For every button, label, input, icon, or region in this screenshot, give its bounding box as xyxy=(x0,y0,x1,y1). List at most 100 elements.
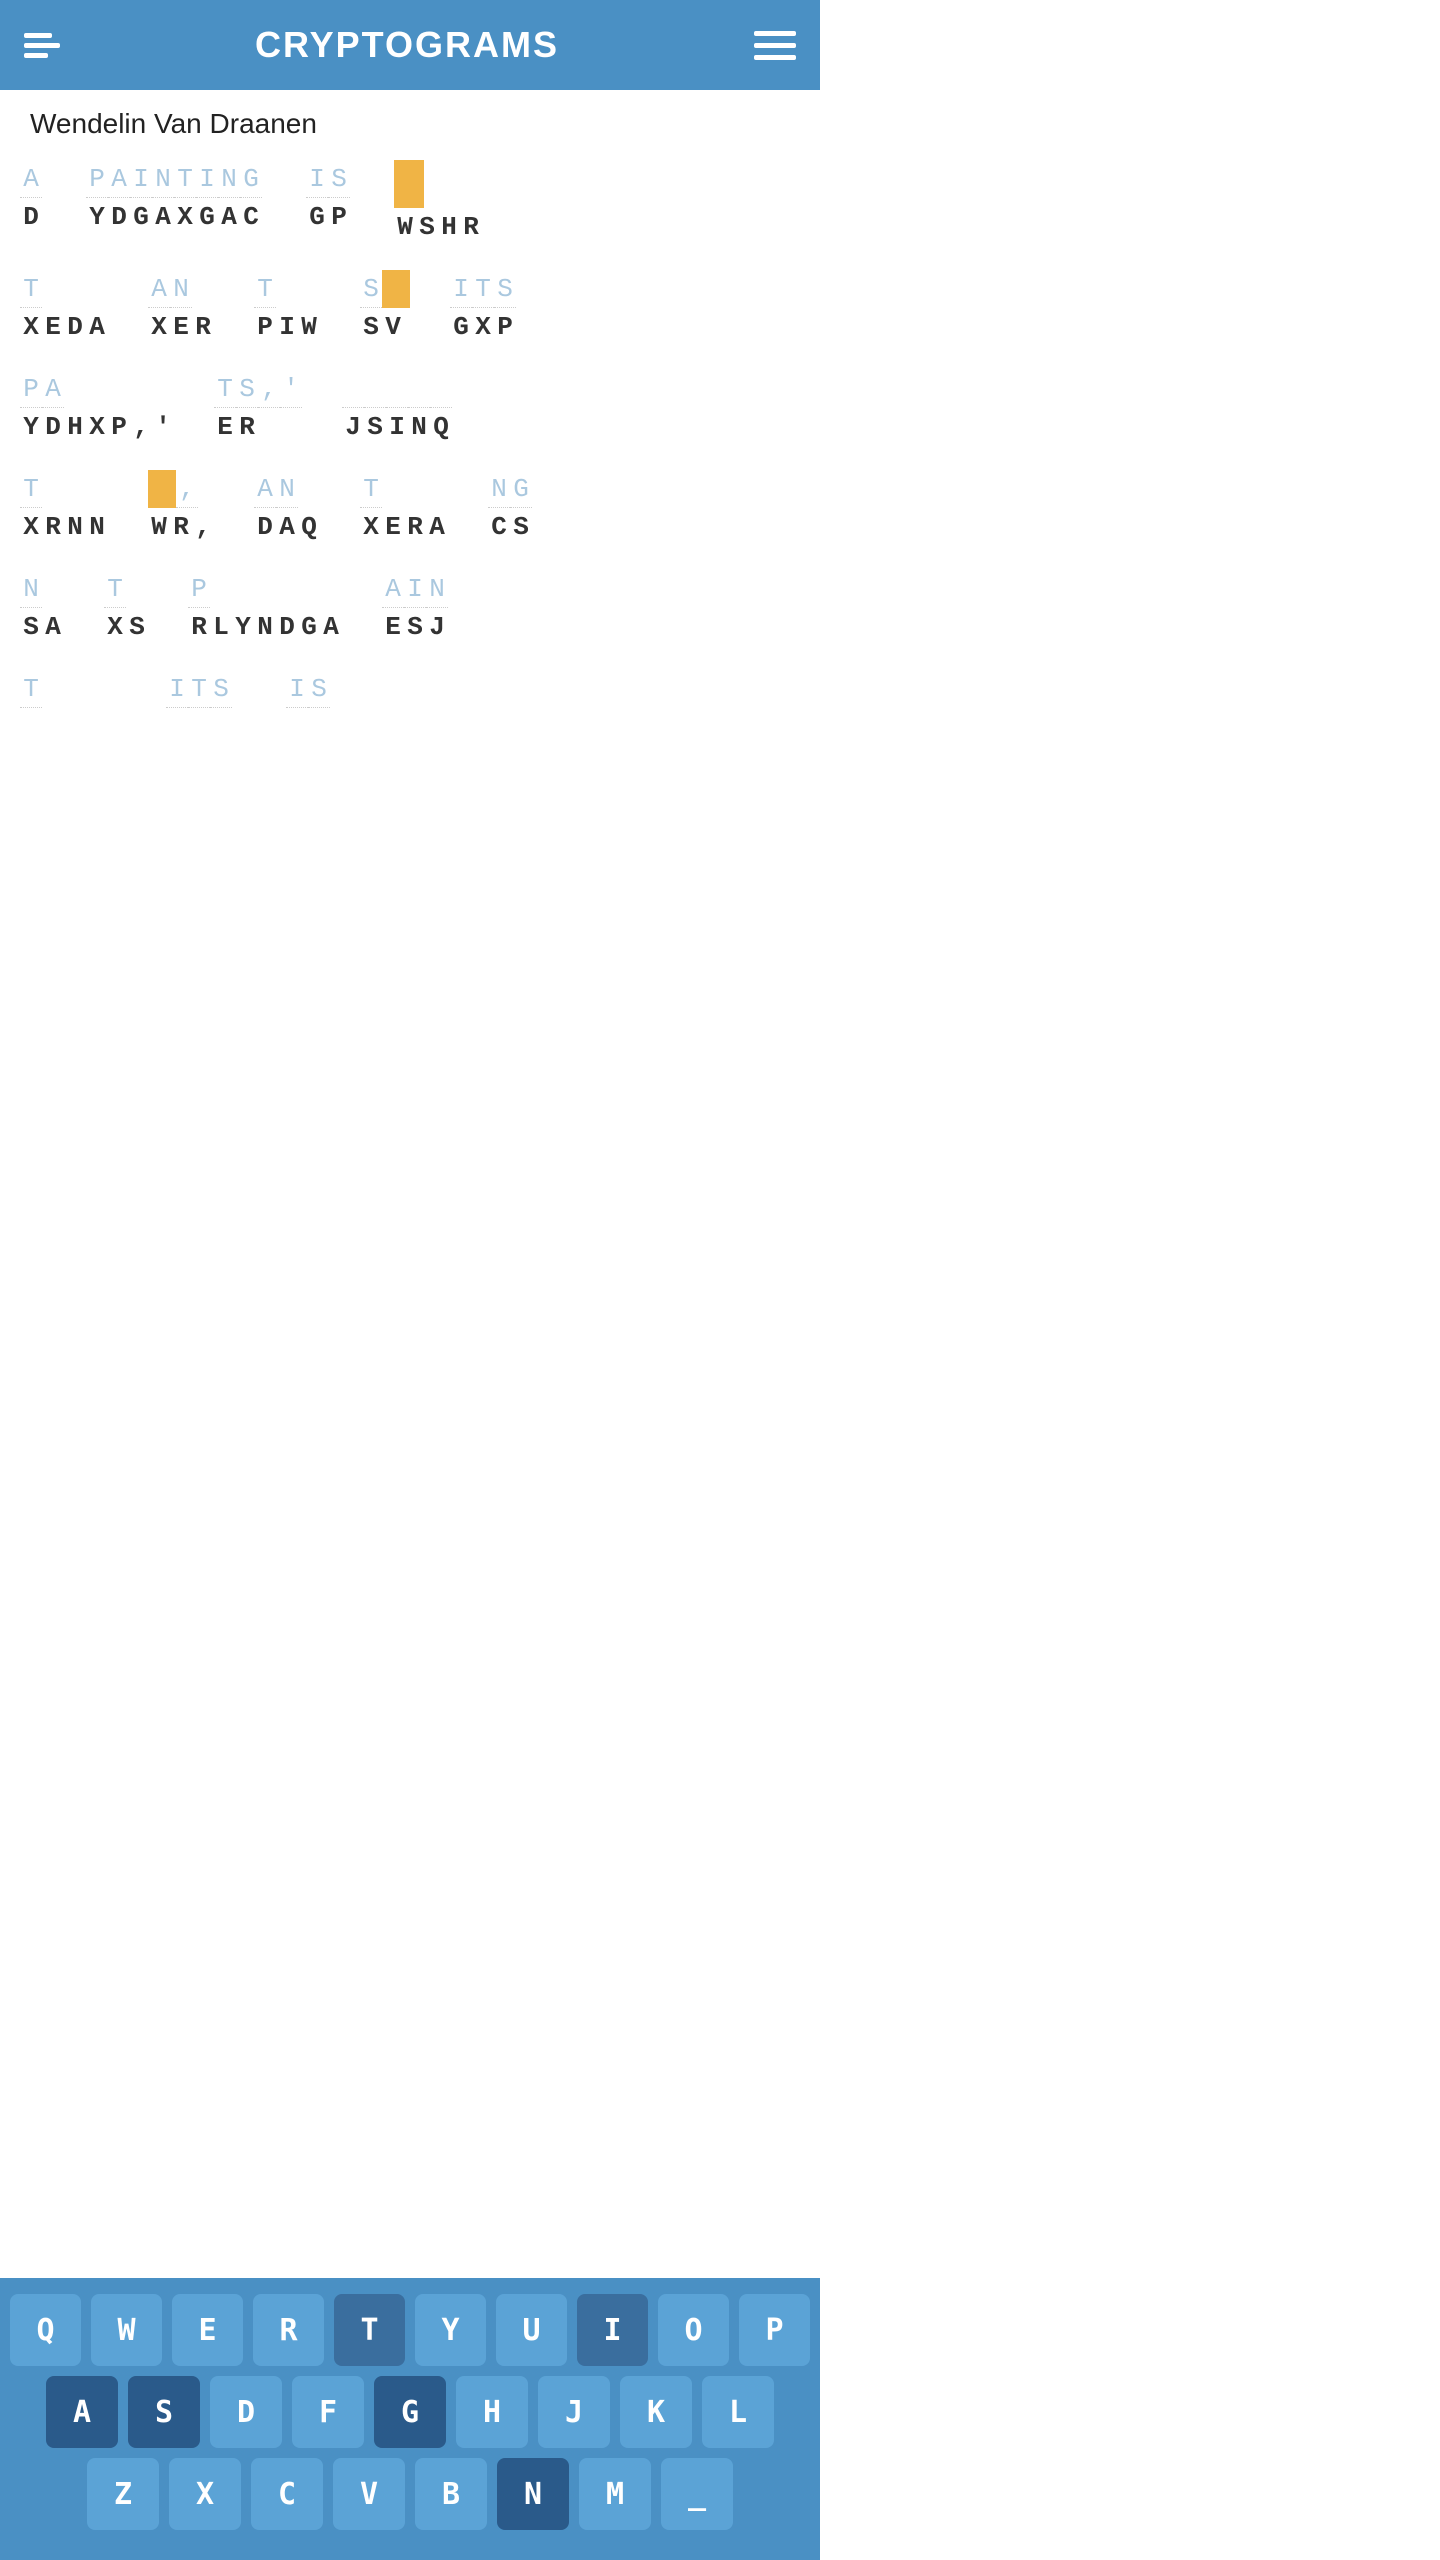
word-pair[interactable]: N G C S xyxy=(488,470,532,546)
key-X[interactable]: X xyxy=(169,2458,241,2530)
encoded-char: S xyxy=(364,408,386,446)
word-pair[interactable]: T X E R A xyxy=(360,470,448,546)
encoded-char: E xyxy=(382,508,404,546)
key-A[interactable]: A xyxy=(46,2376,118,2448)
encoded-char: J xyxy=(342,408,364,446)
puzzle-line-2: T X E D A A N X E R T xyxy=(20,270,800,346)
encoded-char: A xyxy=(42,608,64,646)
key-C[interactable]: C xyxy=(251,2458,323,2530)
encoded-char: , xyxy=(192,508,214,546)
decoded-char: A xyxy=(20,160,42,198)
key-Z[interactable]: Z xyxy=(87,2458,159,2530)
hamburger-menu-icon[interactable] xyxy=(754,31,796,60)
key-M[interactable]: M xyxy=(579,2458,651,2530)
encoded-char: S xyxy=(510,508,532,546)
key-H[interactable]: H xyxy=(456,2376,528,2448)
encoded-char: H xyxy=(64,408,86,446)
key-N[interactable]: N xyxy=(497,2458,569,2530)
word-pair[interactable]: P R L Y N D G A xyxy=(188,570,342,646)
word-pair[interactable]: T X S xyxy=(104,570,148,646)
encoded-char: E xyxy=(214,408,236,446)
key-E[interactable]: E xyxy=(172,2294,243,2366)
word-pair-gold[interactable]: W S H R xyxy=(394,160,482,246)
key-S[interactable]: S xyxy=(128,2376,200,2448)
key-I[interactable]: I xyxy=(577,2294,648,2366)
word-pair-its[interactable]: I T S G X P xyxy=(450,270,516,346)
key-L[interactable]: L xyxy=(702,2376,774,2448)
key-V[interactable]: V xyxy=(333,2458,405,2530)
encoded-char: C xyxy=(240,198,262,236)
word-pair[interactable]: P A Y D H X P , ' xyxy=(20,370,174,446)
encoded-char: X xyxy=(472,308,494,346)
decoded-char: N xyxy=(170,270,192,308)
encoded-char: W xyxy=(298,308,320,346)
encoded-char: D xyxy=(108,198,130,236)
word-pair[interactable]: I S xyxy=(286,670,330,746)
word-pair[interactable]: I T S xyxy=(166,670,232,746)
word-pair[interactable]: T S , ' E R xyxy=(214,370,302,446)
word-pair[interactable]: J S I N Q xyxy=(342,370,452,446)
decoded-char: G xyxy=(510,470,532,508)
encoded-char: E xyxy=(170,308,192,346)
encoded-char: D xyxy=(254,508,276,546)
word-pair[interactable]: A N D A Q xyxy=(254,470,320,546)
encoded-char: G xyxy=(298,608,320,646)
encoded-char: A xyxy=(218,198,240,236)
encoded-char: R xyxy=(460,208,482,246)
encoded-char: X xyxy=(174,198,196,236)
key-W[interactable]: W xyxy=(91,2294,162,2366)
decoded-char: N xyxy=(218,160,240,198)
word-pair[interactable]: A I N E S J xyxy=(382,570,448,646)
word-pair[interactable]: I S G P xyxy=(306,160,350,246)
word-pair[interactable]: A D xyxy=(20,160,42,246)
encoded-char: P xyxy=(494,308,516,346)
key-D[interactable]: D xyxy=(210,2376,282,2448)
key-J[interactable]: J xyxy=(538,2376,610,2448)
key-R[interactable]: R xyxy=(253,2294,324,2366)
key-P[interactable]: P xyxy=(739,2294,810,2366)
encoded-char: P xyxy=(328,198,350,236)
decoded-char: ' xyxy=(280,370,302,408)
key-Y[interactable]: Y xyxy=(415,2294,486,2366)
encoded-char: C xyxy=(488,508,510,546)
decoded-char: A xyxy=(254,470,276,508)
encoded-char: Y xyxy=(232,608,254,646)
encoded-char: D xyxy=(42,408,64,446)
decoded-char: N xyxy=(152,160,174,198)
word-pair-gold[interactable]: , W R , xyxy=(148,470,214,546)
bar-chart-icon[interactable] xyxy=(24,33,60,58)
encoded-char: Q xyxy=(430,408,452,446)
encoded-char: S xyxy=(20,608,42,646)
key-B[interactable]: B xyxy=(415,2458,487,2530)
encoded-char: W xyxy=(394,208,416,246)
word-pair[interactable]: P A I N T I N G Y D G A X G A C xyxy=(86,160,262,246)
key-O[interactable]: O xyxy=(658,2294,729,2366)
app-header: Cryptograms xyxy=(0,0,820,90)
word-pair[interactable]: T P I W xyxy=(254,270,320,346)
decoded-char xyxy=(430,370,452,408)
decoded-char-gold xyxy=(382,270,410,308)
word-pair[interactable]: A N X E R xyxy=(148,270,214,346)
encoded-char: J xyxy=(426,608,448,646)
encoded-char: W xyxy=(148,508,170,546)
key-G[interactable]: G xyxy=(374,2376,446,2448)
decoded-char xyxy=(342,370,364,408)
key-K[interactable]: K xyxy=(620,2376,692,2448)
word-pair[interactable]: T X R N N xyxy=(20,470,108,546)
word-pair-gold[interactable]: S S V xyxy=(360,270,410,346)
key-underscore[interactable]: _ xyxy=(661,2458,733,2530)
encoded-char: N xyxy=(64,508,86,546)
decoded-char: A xyxy=(382,570,404,608)
word-pair[interactable]: T X E D A xyxy=(20,270,108,346)
encoded-char: A xyxy=(276,508,298,546)
key-Q[interactable]: Q xyxy=(10,2294,81,2366)
word-pair[interactable]: N S A xyxy=(20,570,64,646)
keyboard-row-2: A S D F G H J K L xyxy=(10,2376,810,2448)
key-T[interactable]: T xyxy=(334,2294,405,2366)
key-F[interactable]: F xyxy=(292,2376,364,2448)
decoded-char: G xyxy=(240,160,262,198)
word-pair[interactable]: T xyxy=(20,670,42,746)
encoded-char: S xyxy=(360,308,382,346)
decoded-char: T xyxy=(20,470,42,508)
key-U[interactable]: U xyxy=(496,2294,567,2366)
